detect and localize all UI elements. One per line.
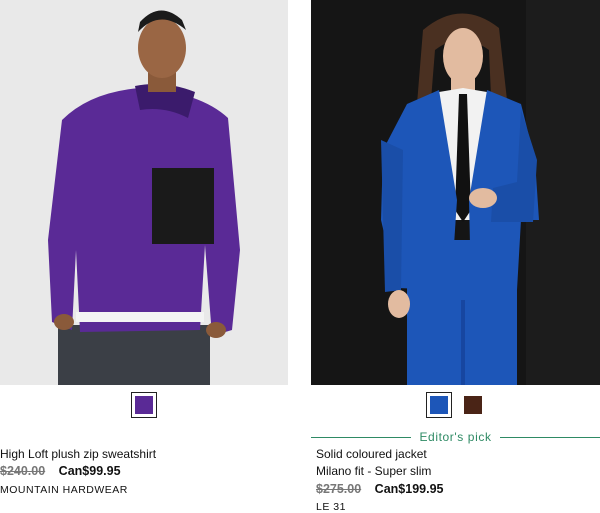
product-card-solid-jacket[interactable]: Editor's pick Solid coloured jacket Mila… <box>311 0 600 513</box>
divider-left <box>311 436 412 438</box>
color-swatches <box>311 392 600 418</box>
product-fit: Milano fit - Super slim <box>316 464 432 478</box>
swatch-chip <box>135 396 153 414</box>
divider-right <box>499 436 600 438</box>
product-image-solid-jacket[interactable] <box>311 0 600 385</box>
swatch-brown[interactable] <box>459 392 486 418</box>
sale-price: Can$199.95 <box>374 482 444 496</box>
editors-pick-label: Editor's pick <box>419 430 492 444</box>
brand-name[interactable]: LE 31 <box>316 501 346 513</box>
swatch-purple[interactable] <box>131 392 157 418</box>
swatch-chip <box>463 396 482 414</box>
brand-name[interactable]: MOUNTAIN HARDWEAR <box>0 484 128 496</box>
product-image-high-loft[interactable] <box>0 0 288 385</box>
original-price: $275.00 <box>316 482 362 496</box>
swatch-blue[interactable] <box>425 392 452 418</box>
original-price: $240.00 <box>0 464 46 478</box>
product-prices: $275.00 Can$199.95 <box>316 482 443 496</box>
product-prices: $240.00 Can$99.95 <box>0 464 121 478</box>
editors-pick-badge: Editor's pick <box>311 429 600 445</box>
product-name[interactable]: Solid coloured jacket <box>316 447 427 461</box>
color-swatches <box>0 392 288 418</box>
sale-price: Can$99.95 <box>58 464 121 478</box>
swatch-chip <box>429 396 448 414</box>
product-name[interactable]: High Loft plush zip sweatshirt <box>0 447 156 461</box>
product-card-high-loft[interactable]: High Loft plush zip sweatshirt $240.00 C… <box>0 0 288 513</box>
